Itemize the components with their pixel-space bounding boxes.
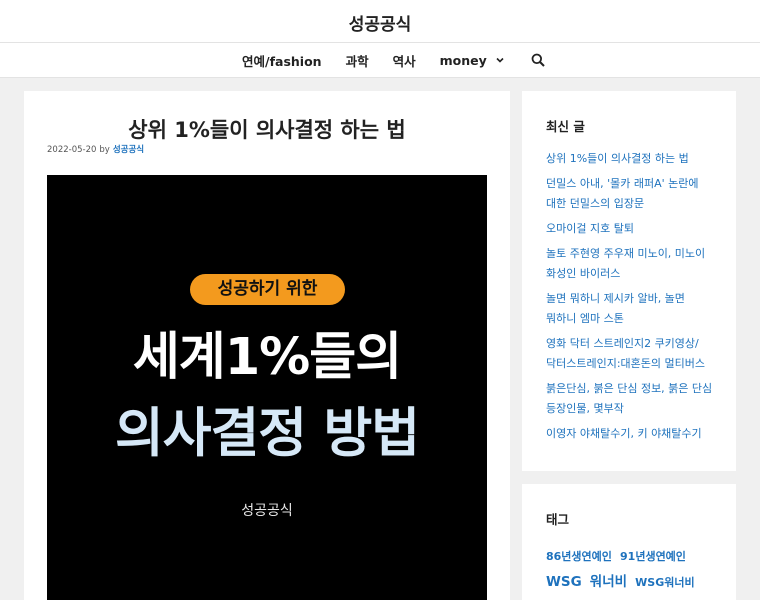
- widget-title: 태그: [546, 512, 570, 527]
- search-icon[interactable]: [531, 53, 545, 67]
- recent-post-link[interactable]: 이영자 야채탈수기, 키 야채탈수기: [546, 424, 718, 444]
- nav-item-entertainment[interactable]: 연예/fashion: [242, 51, 322, 70]
- recent-posts-list: 상위 1%들이 의사결정 하는 법 던밀스 아내, '몰카 래퍼A' 논란에 대…: [546, 149, 718, 449]
- image-badge: 성공하기 위한: [190, 274, 345, 305]
- post-by: by: [99, 145, 110, 155]
- nav-item-history[interactable]: 역사: [393, 51, 416, 70]
- tag-link[interactable]: 86년생연예인: [546, 550, 612, 563]
- nav-item-label: 과학: [345, 53, 369, 69]
- image-headline-2: 의사결정 방법: [114, 403, 420, 464]
- widget-title: 최신 글: [546, 119, 585, 134]
- tag-link[interactable]: WSG워너비: [635, 576, 694, 589]
- tag-cloud: 86년생연예인 91년생연예인 WSG 워너비 WSG워너비 정체 경제 경제: [546, 543, 718, 600]
- post-author[interactable]: 성공공식: [113, 145, 144, 155]
- recent-post-link[interactable]: 오마이걸 지호 탈퇴: [546, 219, 718, 239]
- post-article: 상위 1%들이 의사결정 하는 법 2022-05-20 by 성공공식 성공하기 …: [24, 91, 510, 600]
- tag-link[interactable]: 91년생연예인: [620, 550, 686, 563]
- nav-menu: 연예/fashion 과학 역사 money: [242, 43, 545, 77]
- recent-post-link[interactable]: 붉은단심, 붉은 단심 정보, 붉은 단심 등장인물, 몇부작: [546, 379, 718, 419]
- recent-post-link[interactable]: 놀토 주현영 주우재 미노이, 미노이 화성인 바이러스: [546, 244, 718, 284]
- recent-post-link[interactable]: 영화 닥터 스트레인지2 쿠키영상/ 닥터스트레인지:대혼돈의 멀티버스: [546, 334, 718, 374]
- post-meta: 2022-05-20 by 성공공식: [47, 143, 144, 155]
- nav-item-label: 연예/fashion: [242, 53, 322, 69]
- nav-item-money[interactable]: money: [440, 53, 505, 68]
- tag-link[interactable]: WSG: [546, 574, 582, 590]
- image-caption: 성공공식: [241, 503, 293, 519]
- site-title[interactable]: 성공공식: [349, 10, 412, 35]
- post-title: 상위 1%들이 의사결정 하는 법: [128, 118, 406, 142]
- recent-post-link[interactable]: 놀면 뭐하니 제시카 알바, 놀면 뭐하니 엠마 스톤: [546, 289, 718, 329]
- featured-image: 성공하기 위한 세계1%들의 의사결정 방법 성공공식: [47, 175, 487, 600]
- nav-item-label: 역사: [392, 53, 416, 69]
- site-header: 성공공식: [0, 0, 760, 42]
- nav-item-science[interactable]: 과학: [346, 51, 369, 70]
- recent-post-link[interactable]: 상위 1%들이 의사결정 하는 법: [546, 149, 718, 169]
- nav-item-label: money: [439, 52, 487, 68]
- main-nav: 연예/fashion 과학 역사 money: [0, 42, 760, 78]
- tag-link[interactable]: 워너비: [590, 574, 627, 590]
- image-headline-1: 세계1%들의: [132, 328, 402, 387]
- recent-posts-widget: 최신 글 상위 1%들이 의사결정 하는 법 던밀스 아내, '몰카 래퍼A' …: [522, 91, 736, 471]
- post-date[interactable]: 2022-05-20: [47, 145, 96, 155]
- tags-widget: 태그 86년생연예인 91년생연예인 WSG 워너비 WSG워너비 정체 경제 …: [522, 484, 736, 600]
- chevron-down-icon: [496, 57, 504, 63]
- recent-post-link[interactable]: 던밀스 아내, '몰카 래퍼A' 논란에 대한 던밀스의 입장문: [546, 174, 718, 214]
